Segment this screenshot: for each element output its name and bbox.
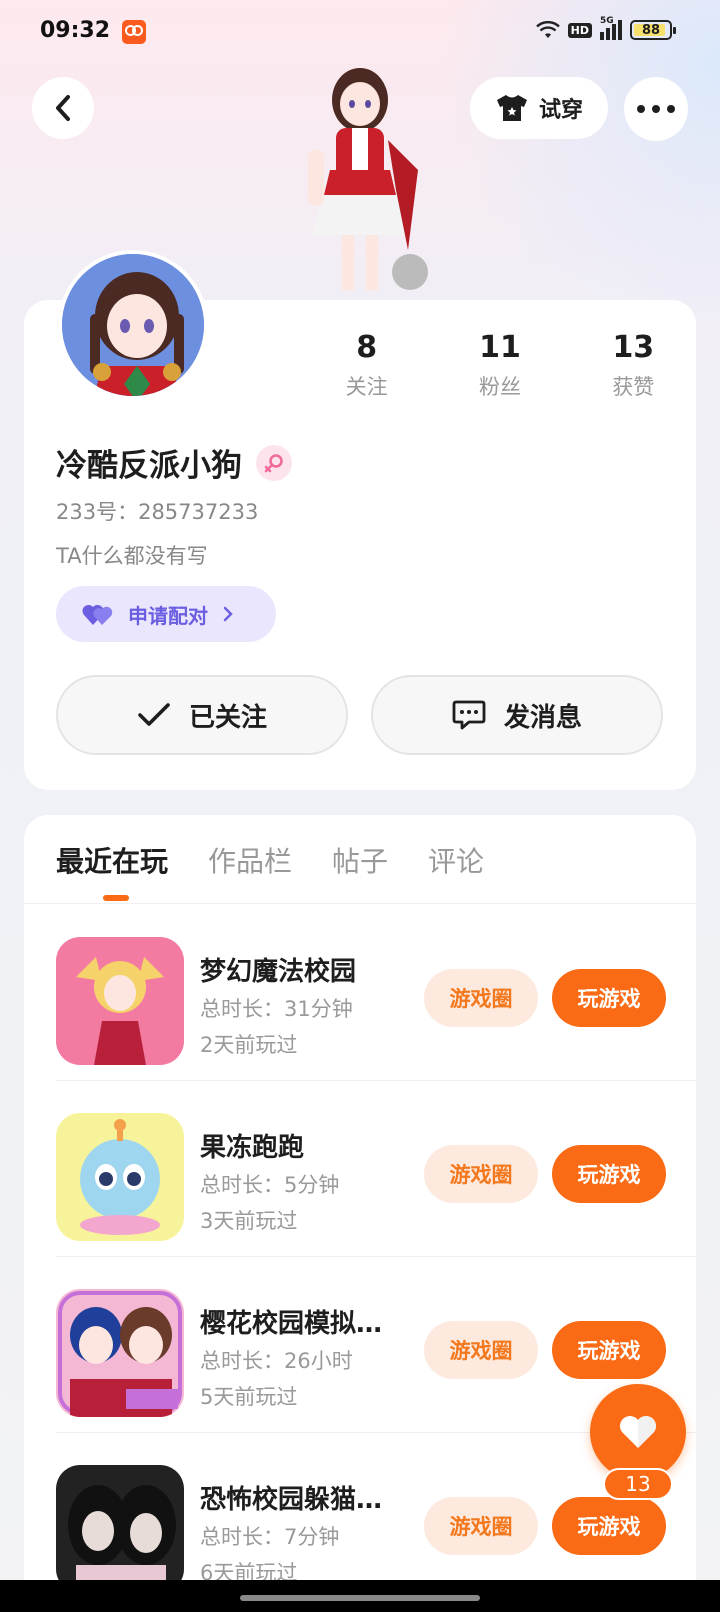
game-playtime: 总时长：7分钟 <box>200 1525 340 1549</box>
game-circle-button[interactable]: 游戏圈 <box>424 969 538 1027</box>
profile-avatar[interactable] <box>58 250 208 400</box>
profile-tabs: 最近在玩 作品栏 帖子 评论 <box>56 840 484 880</box>
stat-count: 11 <box>479 330 521 365</box>
game-playtime: 总时长：31分钟 <box>200 997 353 1021</box>
game-last-played: 2天前玩过 <box>200 1033 298 1057</box>
username: 冷酷反派小狗 <box>56 448 242 484</box>
divider <box>24 903 696 904</box>
stat-label: 粉丝 <box>478 375 521 399</box>
user-id: 233号：285737233 <box>56 500 259 524</box>
stat-likes[interactable]: 13 获赞 <box>567 330 700 401</box>
heart-icon <box>620 1416 656 1448</box>
status-bar: 09:32 HD 5G 88 <box>0 0 720 66</box>
signal-icon: 5G <box>600 16 622 40</box>
tryon-button[interactable]: 试穿 <box>470 77 608 139</box>
hd-icon: HD <box>567 22 592 38</box>
game-row[interactable]: 果冻跑跑 总时长：5分钟 3天前玩过 游戏圈 玩游戏 <box>24 1081 696 1257</box>
battery-level: 88 <box>641 22 661 38</box>
like-button[interactable] <box>590 1384 686 1480</box>
tab-works[interactable]: 作品栏 <box>208 840 292 880</box>
game-last-played: 3天前玩过 <box>200 1209 298 1233</box>
battery-icon: 88 <box>630 20 676 40</box>
game-playtime: 总时长：26小时 <box>200 1349 353 1373</box>
stat-label: 关注 <box>345 375 388 399</box>
tshirt-icon <box>496 95 527 121</box>
game-icon <box>56 1465 184 1593</box>
checkmark-icon <box>138 703 170 726</box>
home-indicator[interactable] <box>240 1595 480 1601</box>
game-title: 梦幻魔法校园 <box>200 957 357 987</box>
play-game-button[interactable]: 玩游戏 <box>552 1497 666 1555</box>
game-icon <box>56 1113 184 1241</box>
chevron-right-icon <box>223 606 233 622</box>
status-time: 09:32 <box>40 18 111 43</box>
back-arrow-icon <box>56 95 70 121</box>
double-heart-icon <box>82 604 113 625</box>
stat-fans[interactable]: 11 粉丝 <box>433 330 566 401</box>
play-game-button[interactable]: 玩游戏 <box>552 969 666 1027</box>
stat-count: 13 <box>612 330 655 365</box>
chat-bubble-icon <box>452 700 486 730</box>
female-gender-icon <box>256 444 292 481</box>
active-tab-indicator <box>103 895 129 901</box>
request-match-button[interactable]: 申请配对 <box>56 586 276 642</box>
game-playtime: 总时长：5分钟 <box>200 1173 340 1197</box>
follow-label: 已关注 <box>188 702 267 733</box>
game-title: 樱花校园模拟… <box>200 1309 383 1339</box>
wifi-icon <box>535 20 560 39</box>
tab-comments[interactable]: 评论 <box>428 840 484 880</box>
tryon-label: 试穿 <box>538 98 583 123</box>
request-match-label: 申请配对 <box>128 603 208 628</box>
play-game-button[interactable]: 玩游戏 <box>552 1321 666 1379</box>
send-message-button[interactable]: 发消息 <box>371 675 663 755</box>
back-button[interactable] <box>32 77 94 139</box>
game-circle-button[interactable]: 游戏圈 <box>424 1497 538 1555</box>
user-bio: TA什么都没有写 <box>56 544 208 568</box>
send-message-label: 发消息 <box>503 702 582 733</box>
play-game-button[interactable]: 玩游戏 <box>552 1145 666 1203</box>
tab-recently-played[interactable]: 最近在玩 <box>56 840 168 880</box>
game-icon <box>56 1289 184 1417</box>
game-circle-button[interactable]: 游戏圈 <box>424 1145 538 1203</box>
stat-following[interactable]: 8 关注 <box>300 330 433 401</box>
stat-label: 获赞 <box>612 375 655 399</box>
game-icon <box>56 937 184 1065</box>
game-circle-button[interactable]: 游戏圈 <box>424 1321 538 1379</box>
follow-button[interactable]: 已关注 <box>56 675 348 755</box>
game-row[interactable]: 梦幻魔法校园 总时长：31分钟 2天前玩过 游戏圈 玩游戏 <box>24 905 696 1081</box>
game-last-played: 5天前玩过 <box>200 1385 298 1409</box>
game-title: 恐怖校园躲猫… <box>200 1485 383 1515</box>
profile-stats: 8 关注 11 粉丝 13 获赞 <box>300 330 700 401</box>
stat-count: 8 <box>356 330 378 365</box>
more-options-button[interactable] <box>624 77 688 141</box>
app-notification-icon <box>122 20 146 44</box>
avatar-figure <box>278 60 448 300</box>
like-count: 13 <box>603 1468 673 1500</box>
game-title: 果冻跑跑 <box>200 1133 305 1163</box>
game-row[interactable]: 樱花校园模拟… 总时长：26小时 5天前玩过 游戏圈 玩游戏 <box>24 1257 696 1433</box>
tab-posts[interactable]: 帖子 <box>332 840 388 880</box>
name-row: 冷酷反派小狗 <box>56 440 292 485</box>
